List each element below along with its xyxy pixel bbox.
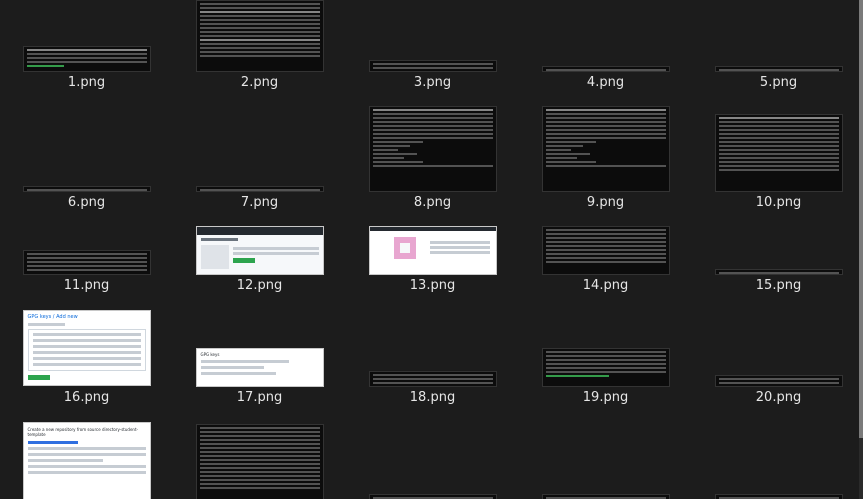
file-item[interactable]: 3.png: [346, 0, 519, 100]
file-thumbnail: [195, 424, 324, 499]
file-name: 4.png: [586, 75, 625, 90]
file-name: 16.png: [63, 390, 110, 405]
file-thumbnail: [541, 494, 670, 499]
file-thumbnail: [714, 375, 843, 387]
file-item[interactable]: 5.png: [692, 0, 863, 100]
file-thumbnail: [368, 226, 497, 275]
file-name: 17.png: [236, 390, 283, 405]
file-item[interactable]: 4.png: [519, 0, 692, 100]
file-thumbnail: [195, 0, 324, 72]
file-thumbnail: [195, 226, 324, 275]
scrollbar-thumb[interactable]: [859, 0, 863, 438]
file-thumbnail: [714, 269, 843, 275]
file-thumbnail: [714, 494, 843, 499]
file-name: 2.png: [240, 75, 279, 90]
thumb-title: GPG keys / Add new: [27, 314, 78, 320]
file-thumbnail: [714, 66, 843, 72]
file-item[interactable]: Create a new repository from source dire…: [0, 412, 173, 499]
file-thumbnail: [22, 46, 151, 72]
file-item[interactable]: [692, 412, 863, 499]
file-name: 3.png: [413, 75, 452, 90]
file-name: 19.png: [582, 390, 629, 405]
file-item[interactable]: 20.png: [692, 276, 863, 405]
file-thumbnail: [368, 494, 497, 499]
file-name: 1.png: [67, 75, 106, 90]
file-thumbnail: [541, 66, 670, 72]
file-thumbnail: GPG keys: [195, 348, 324, 387]
file-thumbnail: [195, 186, 324, 192]
file-thumbnail: GPG keys / Add new: [22, 310, 151, 386]
file-thumbnail: [22, 250, 151, 275]
file-item[interactable]: 1.png: [0, 0, 173, 100]
thumb-title: Create a new repository from source dire…: [27, 427, 138, 437]
file-name: 20.png: [755, 390, 802, 405]
file-item[interactable]: [173, 412, 346, 499]
file-thumbnail: [368, 60, 497, 72]
file-item[interactable]: [346, 412, 519, 499]
file-name: 5.png: [759, 75, 798, 90]
file-thumbnail: [714, 114, 843, 192]
vertical-scrollbar[interactable]: [859, 0, 863, 499]
file-thumbnail: [22, 186, 151, 192]
file-thumbnail: [368, 106, 497, 192]
file-thumbnail: Create a new repository from source dire…: [22, 422, 151, 499]
file-item[interactable]: [519, 412, 692, 499]
thumb-title: GPG keys: [200, 352, 220, 357]
file-item[interactable]: GPG keys / Add new 16.png: [0, 276, 173, 405]
file-thumbnail: [541, 226, 670, 275]
file-thumbnail: [368, 371, 497, 387]
file-thumbnail: [541, 348, 670, 387]
file-item[interactable]: GPG keys 17.png: [173, 276, 346, 405]
file-grid: 1.png 2.png 3.png 4.png 5.png 6.png 7.pn…: [0, 0, 863, 499]
file-thumbnail: [541, 106, 670, 192]
file-name: 18.png: [409, 390, 456, 405]
file-item[interactable]: 2.png: [173, 0, 346, 100]
file-item[interactable]: 19.png: [519, 276, 692, 405]
file-item[interactable]: 18.png: [346, 276, 519, 405]
